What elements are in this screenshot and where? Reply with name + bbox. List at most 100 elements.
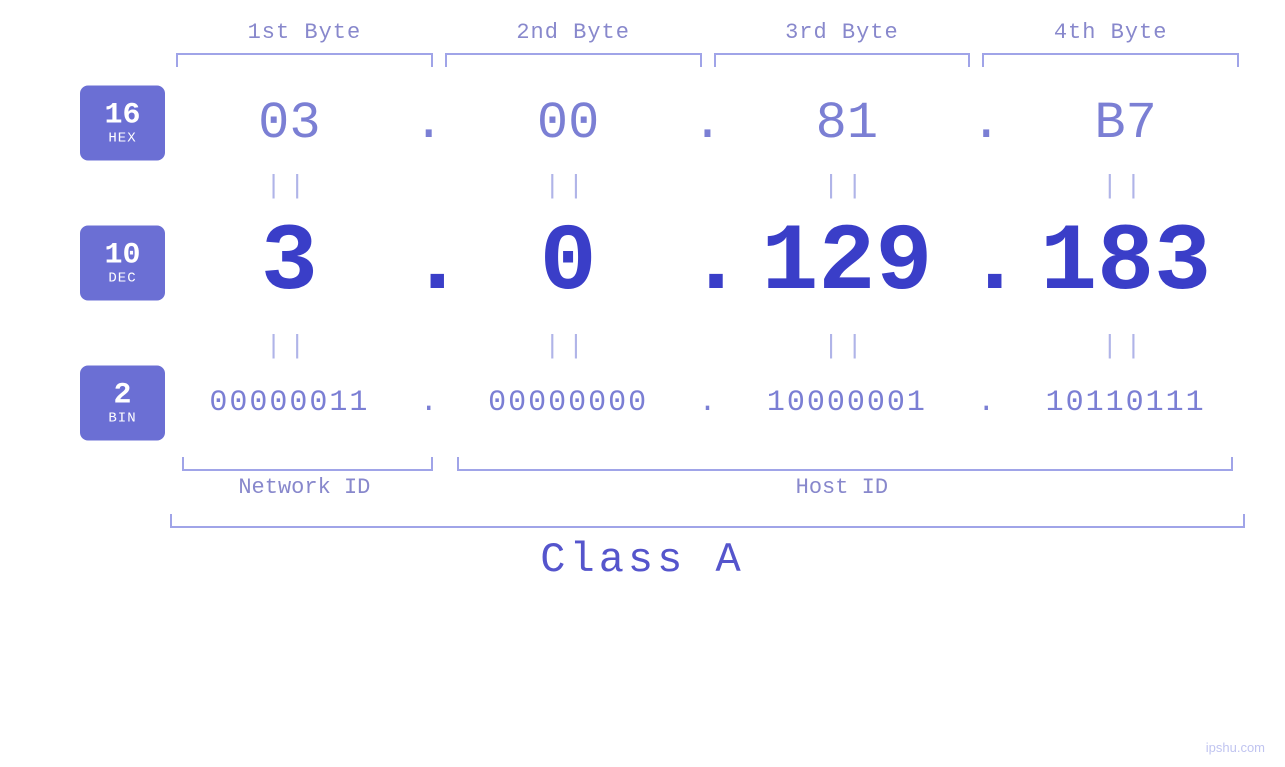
bin-dot-icon-1: . bbox=[420, 386, 438, 420]
hex-value-2: 00 bbox=[537, 94, 599, 153]
dec-badge-num: 10 bbox=[104, 240, 140, 270]
bin-dot-1: . bbox=[409, 386, 449, 420]
eq-cell-2: || bbox=[449, 171, 688, 201]
eq-sign-1: || bbox=[266, 171, 313, 201]
bracket-top-4 bbox=[982, 53, 1239, 67]
bin-row-block: 2 BIN 00000011 . 00000000 . 10000001 . bbox=[40, 363, 1245, 443]
eq2-cell-2: || bbox=[449, 331, 688, 361]
eq-cell-4: || bbox=[1006, 171, 1245, 201]
dec-cell-1: 3 bbox=[170, 216, 409, 311]
hex-dot-2: . bbox=[688, 94, 728, 153]
eq-cell-1: || bbox=[170, 171, 409, 201]
bin-cell-3: 10000001 bbox=[728, 386, 967, 420]
host-bracket bbox=[457, 457, 1233, 471]
bracket-cell-3 bbox=[714, 53, 971, 73]
bracket-cell-2 bbox=[445, 53, 702, 73]
byte4-header: 4th Byte bbox=[976, 20, 1245, 45]
bracket-cell-1 bbox=[176, 53, 433, 73]
eq2-sign-4: || bbox=[1102, 331, 1149, 361]
bracket-top-2 bbox=[445, 53, 702, 67]
bin-dot-2: . bbox=[688, 386, 728, 420]
eq2-sign-2: || bbox=[545, 331, 592, 361]
dec-row-block: 10 DEC 3 . 0 . 129 . 183 bbox=[40, 203, 1245, 323]
eq-sign-4: || bbox=[1102, 171, 1149, 201]
bin-cell-2: 00000000 bbox=[449, 386, 688, 420]
bin-value-4: 10110111 bbox=[1046, 386, 1206, 420]
dec-value-3: 129 bbox=[761, 209, 932, 317]
bin-badge-base: BIN bbox=[108, 410, 136, 426]
byte3-header: 3rd Byte bbox=[708, 20, 977, 45]
hex-row-content: 03 . 00 . 81 . B7 bbox=[40, 94, 1245, 153]
bin-cell-1: 00000011 bbox=[170, 386, 409, 420]
bin-dot-icon-3: . bbox=[977, 386, 995, 420]
bin-cell-4: 10110111 bbox=[1006, 386, 1245, 420]
hex-badge: 16 HEX bbox=[80, 86, 165, 161]
byte1-header: 1st Byte bbox=[170, 20, 439, 45]
dec-row-content: 3 . 0 . 129 . 183 bbox=[40, 216, 1245, 311]
bin-dot-icon-2: . bbox=[698, 386, 716, 420]
dec-value-1: 3 bbox=[261, 209, 318, 317]
hex-dot-icon-1: . bbox=[413, 94, 444, 153]
hex-cell-2: 00 bbox=[449, 94, 688, 153]
bin-value-3: 10000001 bbox=[767, 386, 927, 420]
hex-cell-3: 81 bbox=[728, 94, 967, 153]
hex-dot-icon-2: . bbox=[692, 94, 723, 153]
dec-cell-4: 183 bbox=[1006, 216, 1245, 311]
eq2-cell-4: || bbox=[1006, 331, 1245, 361]
dec-cell-2: 0 bbox=[449, 216, 688, 311]
bracket-cell-4 bbox=[982, 53, 1239, 73]
hex-badge-base: HEX bbox=[108, 130, 136, 146]
dec-badge: 10 DEC bbox=[80, 226, 165, 301]
network-bracket bbox=[182, 457, 433, 471]
bracket-top-1 bbox=[176, 53, 433, 67]
network-bracket-container bbox=[176, 457, 439, 471]
network-id-label: Network ID bbox=[170, 475, 439, 500]
hex-cell-1: 03 bbox=[170, 94, 409, 153]
top-brackets-row bbox=[40, 53, 1245, 73]
eq-cell-3: || bbox=[728, 171, 967, 201]
host-id-label: Host ID bbox=[439, 475, 1245, 500]
eq2-cell-1: || bbox=[170, 331, 409, 361]
bottom-brackets-row bbox=[40, 457, 1245, 471]
bracket-top-3 bbox=[714, 53, 971, 67]
dec-badge-base: DEC bbox=[108, 270, 136, 286]
equals-row-1: || || || || bbox=[40, 171, 1245, 201]
main-container: 1st Byte 2nd Byte 3rd Byte 4th Byte 16 H… bbox=[0, 0, 1285, 767]
bin-value-1: 00000011 bbox=[209, 386, 369, 420]
full-bottom-bracket-row bbox=[170, 514, 1245, 528]
eq2-sign-1: || bbox=[266, 331, 313, 361]
eq2-sign-3: || bbox=[823, 331, 870, 361]
hex-value-3: 81 bbox=[816, 94, 878, 153]
eq2-cell-3: || bbox=[728, 331, 967, 361]
bin-row-content: 00000011 . 00000000 . 10000001 . 1011011… bbox=[40, 386, 1245, 420]
hex-cell-4: B7 bbox=[1006, 94, 1245, 153]
watermark: ipshu.com bbox=[1206, 740, 1265, 755]
hex-dot-1: . bbox=[409, 94, 449, 153]
dec-value-2: 0 bbox=[540, 209, 597, 317]
host-bracket-container bbox=[451, 457, 1239, 471]
bin-badge: 2 BIN bbox=[80, 366, 165, 441]
dec-dot-1: . bbox=[409, 216, 449, 311]
eq-sign-3: || bbox=[823, 171, 870, 201]
dec-dot-2: . bbox=[688, 216, 728, 311]
hex-dot-3: . bbox=[966, 94, 1006, 153]
class-label-row: Class A bbox=[40, 536, 1245, 584]
bin-badge-num: 2 bbox=[113, 380, 131, 410]
full-bottom-bracket bbox=[170, 514, 1245, 528]
byte2-header: 2nd Byte bbox=[439, 20, 708, 45]
hex-row-block: 16 HEX 03 . 00 . 81 . B7 bbox=[40, 83, 1245, 163]
class-label: Class A bbox=[540, 536, 744, 584]
dec-dot-3: . bbox=[966, 216, 1006, 311]
byte-headers: 1st Byte 2nd Byte 3rd Byte 4th Byte bbox=[40, 20, 1245, 45]
hex-badge-num: 16 bbox=[104, 100, 140, 130]
hex-dot-icon-3: . bbox=[971, 94, 1002, 153]
eq-sign-2: || bbox=[545, 171, 592, 201]
hex-value-4: B7 bbox=[1094, 94, 1156, 153]
hex-value-1: 03 bbox=[258, 94, 320, 153]
bin-value-2: 00000000 bbox=[488, 386, 648, 420]
dec-cell-3: 129 bbox=[728, 216, 967, 311]
network-host-labels: Network ID Host ID bbox=[40, 475, 1245, 500]
bin-dot-3: . bbox=[966, 386, 1006, 420]
equals-row-2: || || || || bbox=[40, 331, 1245, 361]
dec-value-4: 183 bbox=[1040, 209, 1211, 317]
